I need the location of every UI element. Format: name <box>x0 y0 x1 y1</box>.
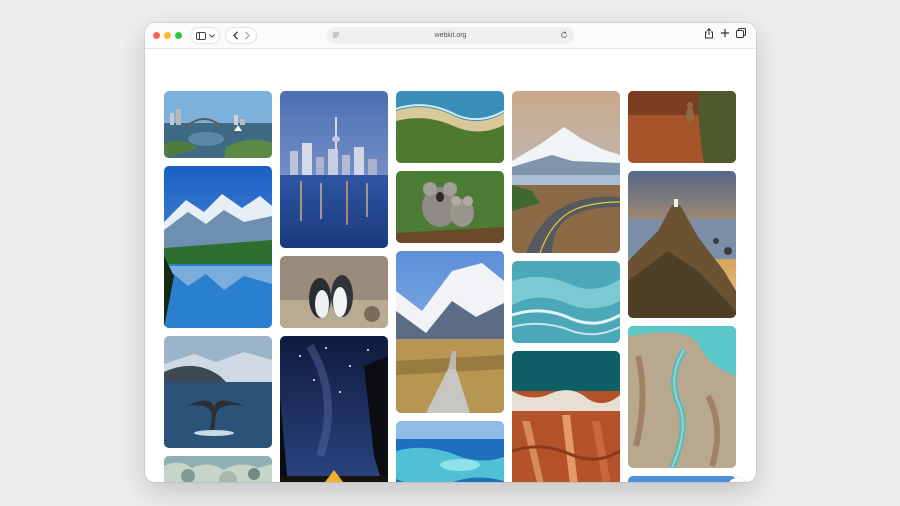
mountain-boardwalk-photo[interactable] <box>396 251 504 413</box>
kangaroo-photo[interactable] <box>628 91 736 163</box>
tab-overview-icon[interactable] <box>736 28 746 38</box>
mount-cook-road-photo[interactable] <box>512 91 620 253</box>
penguins-photo[interactable] <box>280 256 388 328</box>
red-desert-coast-photo[interactable] <box>512 351 620 482</box>
blue-sky-photo[interactable] <box>628 476 736 482</box>
sidebar-toggle-button[interactable] <box>190 27 220 44</box>
coastline-aerial-photo[interactable] <box>396 91 504 163</box>
coral-photo[interactable] <box>164 456 272 482</box>
sidebar-icon <box>195 31 206 40</box>
ocean-wave-photo[interactable] <box>512 261 620 343</box>
back-icon[interactable] <box>232 31 239 40</box>
photo-gallery <box>145 50 756 482</box>
navigation-buttons <box>225 27 257 44</box>
night-sky-camping-photo[interactable] <box>280 336 388 482</box>
address-bar[interactable]: webkit.org <box>327 27 574 44</box>
new-tab-icon[interactable] <box>720 28 730 38</box>
lighthouse-cliff-photo[interactable] <box>628 171 736 318</box>
url-text: webkit.org <box>434 32 467 39</box>
chevron-down-icon <box>208 33 215 38</box>
share-icon[interactable] <box>704 28 714 39</box>
reef-aerial-photo[interactable] <box>396 421 504 482</box>
sydney-harbour-photo[interactable] <box>164 91 272 158</box>
minimize-window-button[interactable] <box>164 32 171 39</box>
whale-tail-photo[interactable] <box>164 336 272 448</box>
reload-icon[interactable] <box>560 31 568 39</box>
river-delta-aerial-photo[interactable] <box>628 326 736 468</box>
browser-toolbar: webkit.org <box>145 23 756 49</box>
mountain-lake-photo[interactable] <box>164 166 272 328</box>
forward-icon[interactable] <box>244 31 250 40</box>
browser-window: webkit.org <box>145 23 756 482</box>
koalas-photo[interactable] <box>396 171 504 243</box>
zoom-window-button[interactable] <box>175 32 182 39</box>
close-window-button[interactable] <box>153 32 160 39</box>
auckland-skyline-photo[interactable] <box>280 91 388 248</box>
